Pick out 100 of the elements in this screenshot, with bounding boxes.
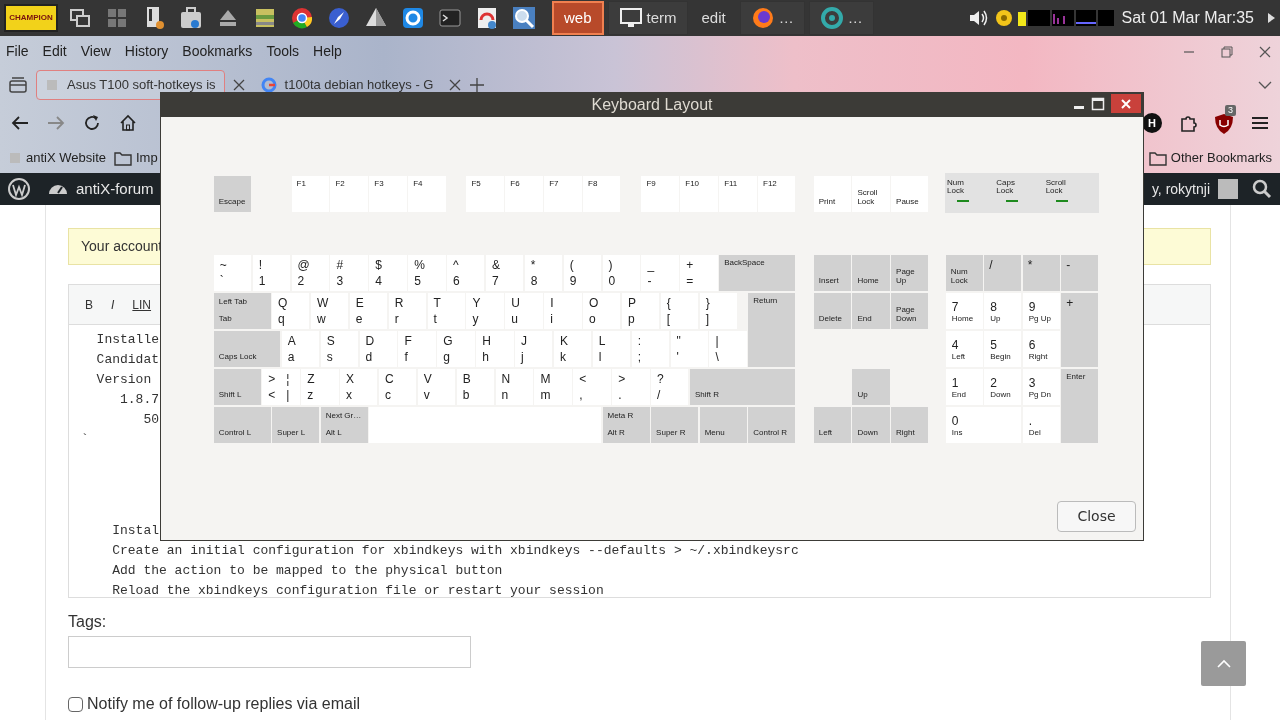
close-button[interactable]: Close xyxy=(1057,501,1136,532)
g-letter-icon xyxy=(260,77,277,93)
key-label: V xyxy=(423,371,432,387)
tags-field[interactable] xyxy=(68,636,471,668)
key-label: j xyxy=(521,349,524,365)
key-label: R xyxy=(394,295,404,311)
notify-checkbox[interactable] xyxy=(68,696,83,712)
tab-title: Asus T100 soft-hotkeys is xyxy=(67,76,216,95)
key-label: Delete xyxy=(818,314,842,324)
key-label: 4 xyxy=(375,273,382,289)
key-label: F11 xyxy=(724,178,738,188)
logo-icon[interactable] xyxy=(8,178,30,200)
key-label: Control L xyxy=(218,428,252,438)
ring-icon xyxy=(819,6,844,30)
gauge-icon[interactable] xyxy=(475,6,499,30)
bookmark-link[interactable]: Imp xyxy=(135,148,158,168)
menu-item[interactable]: Tools xyxy=(266,41,300,62)
browser-tab[interactable]: t100ta debian hotkeys - G xyxy=(252,70,442,100)
menu-item[interactable]: Help xyxy=(313,41,342,62)
key-label: o xyxy=(589,311,596,327)
bookmark-folder[interactable]: Other Bookmarks xyxy=(1170,148,1272,168)
close-icon[interactable] xyxy=(1258,44,1272,59)
gauge-icon xyxy=(48,183,68,195)
format-button[interactable]: B xyxy=(85,295,93,314)
restore-icon[interactable] xyxy=(1220,44,1234,59)
menu-icon[interactable] xyxy=(1250,115,1270,131)
key-label: b xyxy=(462,387,470,403)
key-label: v xyxy=(423,387,430,403)
format-button[interactable]: I xyxy=(111,295,115,314)
task-label: … xyxy=(778,7,794,28)
taskbar-button[interactable]: … xyxy=(808,1,874,35)
close-icon xyxy=(1121,98,1131,109)
key-label: " xyxy=(676,333,681,349)
bookmark-link[interactable]: antiX Website xyxy=(26,148,106,168)
triangle-right-icon[interactable] xyxy=(1266,12,1276,24)
puzzle-icon[interactable] xyxy=(1178,113,1198,133)
page-icon xyxy=(8,151,22,165)
site-link[interactable]: antiX-forum xyxy=(76,177,154,201)
key-label: End xyxy=(857,314,872,324)
key-label: Alt L xyxy=(325,428,342,438)
key-label: l xyxy=(598,349,602,365)
key-label: e xyxy=(355,311,363,327)
taskbar-button[interactable]: edit xyxy=(691,1,736,35)
code-line: 50 xyxy=(142,411,159,429)
menu-item[interactable]: History xyxy=(124,41,169,62)
format-button[interactable]: LIN xyxy=(132,295,152,314)
tab-list-icon[interactable] xyxy=(8,76,28,94)
cabinet-icon[interactable] xyxy=(253,6,277,30)
user-greeting[interactable]: y, rokytnji xyxy=(1151,178,1210,200)
key-label: F xyxy=(404,333,412,349)
tab-title: t100ta debian hotkeys - G xyxy=(284,76,434,95)
key-label: Right xyxy=(896,428,915,438)
shield-icon[interactable] xyxy=(1214,112,1234,135)
grid-icon[interactable] xyxy=(105,6,129,30)
search-icon[interactable] xyxy=(1252,179,1272,199)
taskbar-button[interactable]: web xyxy=(552,1,604,35)
volume-icon[interactable] xyxy=(967,8,990,28)
compass-icon[interactable] xyxy=(327,6,351,30)
plus-icon[interactable] xyxy=(469,77,486,93)
profile-avatar[interactable]: H xyxy=(1142,113,1162,133)
briefcase-icon[interactable] xyxy=(179,6,203,30)
taskbar-button[interactable]: term xyxy=(607,1,688,35)
key-label: Super R xyxy=(656,428,686,438)
key-label: a xyxy=(287,349,295,365)
forward-arrow-icon xyxy=(46,114,66,132)
key-label: : xyxy=(637,333,641,349)
close-icon[interactable] xyxy=(232,79,245,91)
home-icon[interactable] xyxy=(118,113,138,133)
reload-icon[interactable] xyxy=(82,113,102,133)
chevron-down-icon[interactable] xyxy=(1258,80,1272,90)
menu-item[interactable]: Bookmarks xyxy=(182,41,253,62)
taskbar-button[interactable]: … xyxy=(739,1,805,35)
key-label: F10 xyxy=(685,178,700,188)
indicator-label: Scroll Lock xyxy=(1045,179,1067,195)
monitor-icon xyxy=(618,6,643,30)
key-label: F4 xyxy=(413,178,423,188)
back-arrow-icon[interactable] xyxy=(10,114,30,132)
key-label: | xyxy=(715,333,719,349)
terminal-icon[interactable] xyxy=(438,6,462,30)
logo[interactable]: CHAMPION xyxy=(4,4,58,32)
close-button[interactable] xyxy=(1111,94,1141,113)
menu-item[interactable]: Edit xyxy=(42,41,67,62)
key-label: 7 xyxy=(491,273,499,289)
key-label: 8 xyxy=(530,273,538,289)
menu-item[interactable]: View xyxy=(80,41,111,62)
windows-icon[interactable] xyxy=(68,6,92,30)
tricolor-circle-icon[interactable] xyxy=(290,6,314,30)
key-label: / xyxy=(657,387,661,403)
key-label: U xyxy=(511,295,520,311)
maximize-icon[interactable] xyxy=(1091,96,1105,111)
close-icon[interactable] xyxy=(449,79,462,91)
key-label: Next Gr… xyxy=(325,410,362,420)
code-line: Installe xyxy=(95,331,159,349)
key-label: w xyxy=(316,311,326,327)
key-label: Print xyxy=(818,197,836,207)
key-label: Up xyxy=(990,313,1001,323)
key-label: . xyxy=(618,387,622,403)
key-label: F7 xyxy=(549,178,559,188)
menu-item[interactable]: File xyxy=(6,41,29,62)
search-icon[interactable] xyxy=(512,6,536,30)
